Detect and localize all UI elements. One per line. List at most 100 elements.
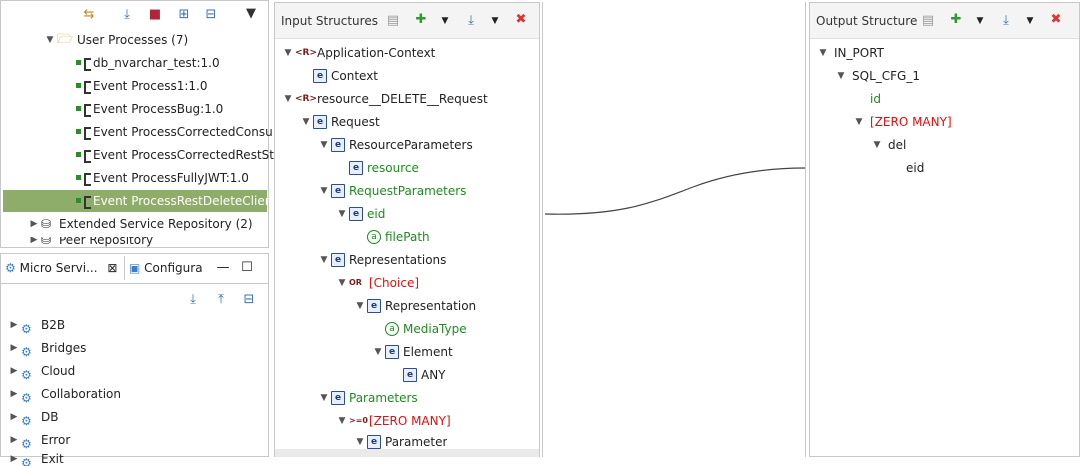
- dropdown-icon[interactable]: ▼: [1022, 13, 1038, 29]
- process-item[interactable]: Event ProcessCorrectedConsu: [75, 121, 273, 143]
- import-icon[interactable]: ⤓: [998, 13, 1014, 29]
- import-icon[interactable]: ⤓: [463, 13, 479, 29]
- chevron-right-icon[interactable]: ▶: [7, 337, 21, 359]
- input-tree-node[interactable]: e Context: [299, 65, 378, 87]
- tab-configuration[interactable]: ▣ Configura: [129, 256, 209, 280]
- micro-service-item[interactable]: ▶ ⚙ DB: [7, 406, 59, 428]
- chevron-right-icon[interactable]: ▶: [7, 314, 21, 336]
- input-tree-node[interactable]: ▼ <R> resource__DELETE__Request: [281, 88, 488, 110]
- maximize-icon[interactable]: ☐: [239, 260, 255, 276]
- input-scrollbar[interactable]: [275, 449, 539, 457]
- chevron-down-icon[interactable]: ▼: [281, 42, 295, 64]
- extended-repo-item[interactable]: ▶ ⛁ Extended Service Repository (2): [27, 213, 253, 235]
- input-tree-node[interactable]: ▼ e RequestParameters: [317, 180, 466, 202]
- view-menu-icon[interactable]: ▼: [243, 6, 259, 22]
- micro-service-item[interactable]: ▶ ⚙ Collaboration: [7, 383, 121, 405]
- output-tree-node[interactable]: eid: [888, 157, 924, 179]
- chevron-down-icon[interactable]: ▼: [299, 111, 313, 133]
- chevron-down-icon[interactable]: ▼: [317, 180, 331, 202]
- chevron-down-icon[interactable]: ▼: [335, 203, 349, 225]
- process-item[interactable]: Event ProcessBug:1.0: [75, 98, 223, 120]
- chevron-down-icon[interactable]: ▼: [43, 29, 57, 51]
- tab-micro-services[interactable]: ⚙ Micro Servi... ⊠: [1, 256, 125, 280]
- micro-service-item[interactable]: ▶ ⚙ Bridges: [7, 337, 87, 359]
- delete-icon[interactable]: ✖: [1048, 12, 1064, 28]
- dropdown-icon[interactable]: ▼: [487, 13, 503, 29]
- input-tree-node[interactable]: e resource: [335, 157, 419, 179]
- micro-service-item[interactable]: ▶ ⚙ Cloud: [7, 360, 76, 382]
- chevron-down-icon[interactable]: ▼: [834, 65, 848, 87]
- output-tree-node[interactable]: ▼ [ZERO MANY]: [852, 111, 952, 133]
- input-tree-node[interactable]: ▼ e Parameters: [317, 387, 418, 409]
- chevron-right-icon[interactable]: ▶: [7, 406, 21, 428]
- new-package-icon[interactable]: ■: [147, 7, 163, 23]
- micro-service-label: B2B: [41, 318, 66, 332]
- output-tree-node[interactable]: id: [852, 88, 881, 110]
- input-tree-node[interactable]: ▼ >=0 [ZERO MANY]: [335, 410, 451, 432]
- process-item[interactable]: Event Process1:1.0: [75, 75, 207, 97]
- input-tree-node[interactable]: ▼ e Element: [371, 341, 453, 363]
- expand-all-icon[interactable]: ⊞: [176, 7, 192, 23]
- close-icon[interactable]: ⊠: [107, 261, 117, 275]
- save-icon[interactable]: ▤: [920, 13, 936, 29]
- export-icon[interactable]: ⤒: [213, 292, 229, 308]
- mapping-link[interactable]: [543, 2, 807, 457]
- input-tree-node[interactable]: ▼ <R> Application-Context: [281, 42, 436, 64]
- input-tree-node[interactable]: ▼ e Representations: [317, 249, 446, 271]
- input-tree-node[interactable]: ▼ OR [Choice]: [335, 272, 419, 294]
- collapse-all-icon[interactable]: ⊟: [241, 292, 257, 308]
- save-icon[interactable]: ▤: [385, 13, 401, 29]
- output-tree-node[interactable]: ▼ del: [870, 134, 907, 156]
- chevron-right-icon[interactable]: ▶: [7, 452, 21, 466]
- folder-user-processes[interactable]: ▼ 🗁 User Processes (7): [43, 29, 189, 51]
- minimize-icon[interactable]: —: [215, 260, 231, 276]
- chevron-down-icon[interactable]: ▼: [371, 341, 385, 363]
- sync-icon[interactable]: ⇆: [81, 7, 97, 23]
- chevron-down-icon[interactable]: ▼: [816, 42, 830, 64]
- gear-icon: ⚙: [5, 261, 16, 275]
- dropdown-icon[interactable]: ▼: [972, 13, 988, 29]
- import-icon[interactable]: ⤓: [185, 292, 201, 308]
- output-tree-node[interactable]: ▼ IN_PORT: [816, 42, 884, 64]
- chevron-down-icon[interactable]: ▼: [335, 272, 349, 294]
- chevron-down-icon[interactable]: ▼: [281, 88, 295, 110]
- micro-services-panel: ⚙ Micro Servi... ⊠ ▣ Configura — ☐ ⤓ ⤒ ⊟…: [0, 253, 269, 466]
- input-tree-node[interactable]: ▼ e Request: [299, 111, 380, 133]
- chevron-right-icon[interactable]: ▶: [7, 383, 21, 405]
- micro-service-item[interactable]: ▶ ⚙ Exit: [7, 452, 64, 466]
- chevron-down-icon[interactable]: ▼: [870, 134, 884, 156]
- chevron-down-icon[interactable]: ▼: [317, 134, 331, 156]
- input-tree-node[interactable]: ▼ e eid: [335, 203, 385, 225]
- chevron-right-icon[interactable]: ▶: [7, 429, 21, 451]
- process-item[interactable]: Event ProcessRestDeleteClient: [3, 190, 277, 212]
- input-tree-node[interactable]: ▼ e Representation: [353, 295, 476, 317]
- add-icon[interactable]: ✚: [948, 12, 964, 28]
- process-item[interactable]: db_nvarchar_test:1.0: [75, 52, 220, 74]
- collapse-all-icon[interactable]: ⊟: [203, 7, 219, 23]
- process-item[interactable]: Event ProcessCorrectedRestSt: [75, 144, 274, 166]
- input-tree-node[interactable]: a filePath: [353, 226, 430, 248]
- delete-icon[interactable]: ✖: [513, 12, 529, 28]
- chevron-right-icon[interactable]: ▶: [27, 213, 41, 235]
- chevron-down-icon[interactable]: ▼: [335, 410, 349, 432]
- chevron-down-icon[interactable]: ▼: [353, 295, 367, 317]
- input-tree-node[interactable]: ▼ e ResourceParameters: [317, 134, 473, 156]
- gear-icon: ⚙: [21, 414, 32, 428]
- input-tree-node[interactable]: a MediaType: [371, 318, 467, 340]
- import-icon[interactable]: ⤓: [119, 7, 135, 23]
- chevron-down-icon[interactable]: ▼: [317, 387, 331, 409]
- gear-icon: ⚙: [21, 345, 32, 359]
- mapping-canvas[interactable]: [542, 2, 806, 457]
- chevron-down-icon[interactable]: ▼: [852, 111, 866, 133]
- dropdown-icon[interactable]: ▼: [437, 13, 453, 29]
- chevron-down-icon[interactable]: ▼: [317, 249, 331, 271]
- peer-repo-item[interactable]: ▶ ⛁ Peer Repository: [27, 237, 227, 247]
- micro-service-item[interactable]: ▶ ⚙ B2B: [7, 314, 66, 336]
- add-icon[interactable]: ✚: [413, 12, 429, 28]
- chevron-right-icon[interactable]: ▶: [7, 360, 21, 382]
- output-tree-node[interactable]: ▼ SQL_CFG_1: [834, 65, 920, 87]
- chevron-right-icon[interactable]: ▶: [27, 237, 41, 247]
- micro-service-item[interactable]: ▶ ⚙ Error: [7, 429, 71, 451]
- input-tree-node[interactable]: e ANY: [389, 364, 446, 386]
- process-item[interactable]: Event ProcessFullyJWT:1.0: [75, 167, 249, 189]
